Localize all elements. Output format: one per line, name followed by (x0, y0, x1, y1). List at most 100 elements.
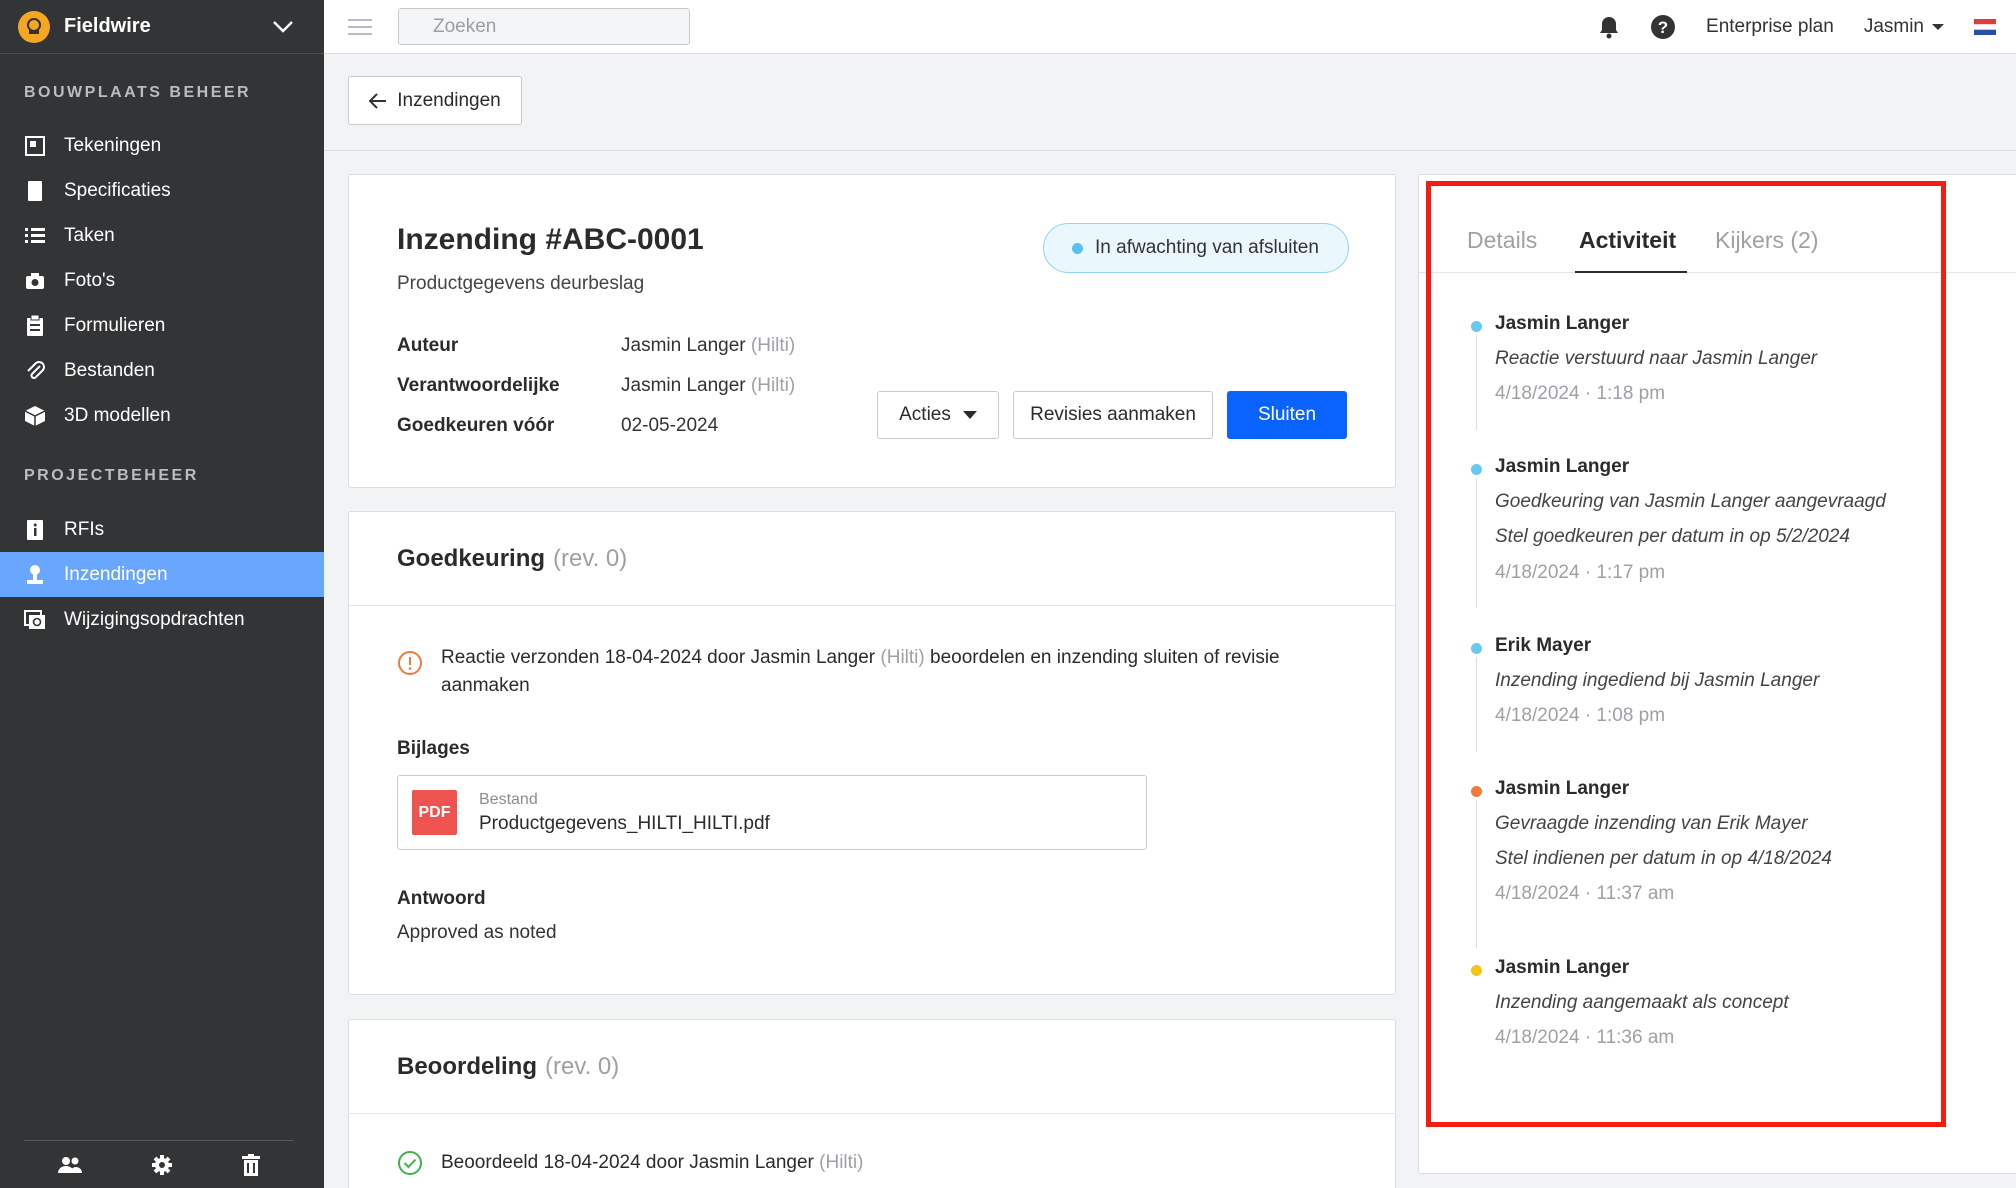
check-circle-icon (398, 1151, 422, 1175)
tab-details[interactable]: Details (1467, 227, 1537, 254)
chevron-down-icon[interactable] (272, 20, 294, 34)
sidebar-item-label: 3D modellen (64, 404, 171, 426)
activity-time: 4/18/2024 · 1:08 pm (1495, 705, 1666, 726)
user-menu[interactable]: Jasmin (1864, 16, 1944, 38)
help-icon[interactable]: ? (1650, 14, 1676, 40)
meta-key: Goedkeuren vóór (397, 415, 555, 436)
meta-row-responsible: Verantwoordelijke Jasmin Langer (Hilti) (397, 375, 795, 397)
sidebar-item-tekeningen[interactable]: Tekeningen (0, 123, 324, 168)
topbar: ? Enterprise plan Jasmin (324, 0, 2016, 54)
sidebar-item-inzendingen[interactable]: Inzendingen (0, 552, 324, 597)
status-label: In afwachting van afsluiten (1095, 237, 1319, 258)
activity-dot-icon (1471, 321, 1482, 332)
meta-person: Jasmin Langer (621, 375, 746, 396)
back-button-label: Inzendingen (397, 89, 501, 111)
drawings-icon (24, 135, 46, 157)
active-tab-underline (1575, 271, 1687, 273)
caret-down-icon (962, 411, 977, 419)
sidebar-item-label: Tekeningen (64, 134, 162, 156)
forms-icon (24, 314, 46, 337)
activity-time: 4/18/2024 · 11:36 am (1495, 1027, 1675, 1048)
tab-activity[interactable]: Activiteit (1579, 227, 1676, 254)
notice-company: (Hilti) (880, 647, 925, 668)
activity-time: 4/18/2024 · 1:17 pm (1495, 562, 1666, 583)
sidebar-item-label: Specificaties (64, 179, 171, 201)
sidebar: Fieldwire BOUWPLAATS BEHEER Tekeningen S… (0, 0, 324, 1188)
notice-text: Reactie verzonden 18-04-2024 door Jasmin… (441, 644, 1297, 700)
sidebar-item-bestanden[interactable]: Bestanden (0, 348, 324, 393)
app-name: Fieldwire (64, 15, 151, 37)
bell-icon[interactable] (1598, 15, 1620, 39)
trash-icon[interactable] (241, 1153, 260, 1176)
activity-text: Inzending ingediend bij Jasmin Langer (1495, 670, 1820, 691)
sidebar-item-label: Formulieren (64, 314, 166, 336)
answer-value: Approved as noted (397, 922, 557, 943)
activity-dot-icon (1471, 965, 1482, 976)
timeline-connector (1476, 478, 1477, 608)
specs-icon (24, 180, 46, 202)
people-icon[interactable] (58, 1156, 83, 1174)
section-title-project: PROJECTBEHEER (24, 467, 199, 484)
review-text: Beoordeeld 18-04-2024 door Jasmin Langer (441, 1152, 814, 1173)
sidebar-item-rfis[interactable]: RFIs (0, 507, 324, 552)
sidebar-item-3d-modellen[interactable]: 3D modellen (0, 393, 324, 438)
status-dot-icon (1072, 242, 1083, 254)
attachment-file[interactable]: PDF Bestand Productgegevens_HILTI_HILTI.… (397, 775, 1147, 850)
review-company: (Hilti) (819, 1152, 864, 1173)
sidebar-item-label: RFIs (64, 518, 105, 540)
meta-value: 02-05-2024 (621, 415, 719, 436)
file-type-label: Bestand (479, 790, 538, 808)
approval-heading: Goedkeuring (rev. 0) (349, 512, 1395, 606)
close-submittal-button[interactable]: Sluiten (1227, 391, 1347, 439)
meta-value: Jasmin Langer (Hilti) (621, 375, 795, 397)
hamburger-menu-icon[interactable] (348, 14, 372, 40)
activity-panel: Details Activiteit Kijkers (2) Jasmin La… (1418, 174, 2016, 1174)
plan-link[interactable]: Enterprise plan (1706, 16, 1834, 38)
actions-dropdown-button[interactable]: Acties (877, 391, 999, 439)
create-revision-button[interactable]: Revisies aanmaken (1013, 391, 1213, 439)
activity-author: Erik Mayer (1495, 635, 1592, 656)
user-name: Jasmin (1863, 15, 1924, 37)
topbar-right: ? Enterprise plan Jasmin (1598, 0, 2016, 53)
sidebar-item-label: Bestanden (64, 359, 155, 381)
pdf-file-icon: PDF (412, 790, 457, 835)
review-title: Beoordeling (397, 1052, 538, 1080)
section-title-site: BOUWPLAATS BEHEER (24, 84, 252, 101)
sidebar-item-specificaties[interactable]: Specificaties (0, 168, 324, 213)
tab-viewers[interactable]: Kijkers (2) (1715, 227, 1819, 254)
timeline-connector (1476, 657, 1477, 752)
activity-author: Jasmin Langer (1495, 456, 1630, 477)
activity-time: 4/18/2024 · 11:37 am (1495, 883, 1675, 904)
submittal-header-card: Inzending #ABC-0001 Productgegevens deur… (348, 174, 1396, 488)
activity-text: Goedkeuring van Jasmin Langer aangevraag… (1495, 491, 1886, 512)
meta-key: Verantwoordelijke (397, 375, 560, 396)
meta-value: Jasmin Langer (Hilti) (621, 335, 795, 357)
approval-card: Goedkeuring (rev. 0) Reactie verzonden 1… (348, 511, 1396, 995)
sidebar-item-formulieren[interactable]: Formulieren (0, 303, 324, 348)
sidebar-item-fotos[interactable]: Foto's (0, 258, 324, 303)
sidebar-item-label: Wijzigingsopdrachten (64, 608, 245, 630)
search-input[interactable] (433, 15, 678, 38)
cube-icon (24, 405, 46, 427)
sidebar-item-wijzigingsopdrachten[interactable]: Wijzigingsopdrachten (0, 597, 324, 642)
sidebar-item-label: Taken (64, 224, 115, 246)
timeline-connector (1476, 335, 1477, 430)
paperclip-icon (24, 360, 46, 382)
answer-label: Antwoord (397, 888, 486, 909)
meta-company: (Hilti) (750, 375, 796, 396)
activity-author: Jasmin Langer (1495, 957, 1630, 978)
project-switcher[interactable]: Fieldwire (0, 0, 324, 54)
caret-down-icon (1932, 23, 1944, 30)
sidebar-item-taken[interactable]: Taken (0, 213, 324, 258)
activity-author: Jasmin Langer (1495, 778, 1630, 799)
back-to-submittals-button[interactable]: Inzendingen (348, 76, 522, 125)
notice-pre: Reactie verzonden 18-04-2024 door Jasmin… (441, 647, 876, 668)
language-flag-icon[interactable] (1974, 18, 1996, 35)
file-meta: Bestand Productgegevens_HILTI_HILTI.pdf (479, 791, 770, 835)
panel-tabs: Details Activiteit Kijkers (2) (1419, 175, 2016, 273)
review-card: Beoordeling (rev. 0) Beoordeeld 18-04-20… (348, 1019, 1396, 1188)
activity-text: Stel goedkeuren per datum in op 5/2/2024 (1495, 526, 1850, 547)
meta-company: (Hilti) (750, 335, 796, 356)
gear-icon[interactable] (151, 1154, 173, 1176)
tasks-icon (24, 225, 46, 247)
